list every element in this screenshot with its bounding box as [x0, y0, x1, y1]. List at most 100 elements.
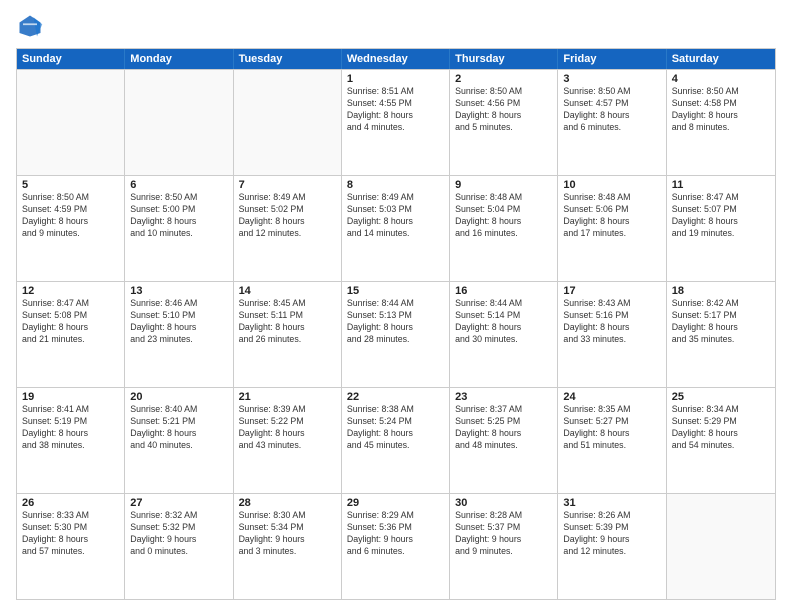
cell-text: Sunrise: 8:50 AM Sunset: 4:58 PM Dayligh… — [672, 86, 770, 134]
calendar-cell: 27Sunrise: 8:32 AM Sunset: 5:32 PM Dayli… — [125, 494, 233, 599]
cell-text: Sunrise: 8:46 AM Sunset: 5:10 PM Dayligh… — [130, 298, 227, 346]
weekday-header: Friday — [558, 49, 666, 69]
cell-text: Sunrise: 8:44 AM Sunset: 5:13 PM Dayligh… — [347, 298, 444, 346]
calendar-cell: 22Sunrise: 8:38 AM Sunset: 5:24 PM Dayli… — [342, 388, 450, 493]
cell-text: Sunrise: 8:50 AM Sunset: 4:59 PM Dayligh… — [22, 192, 119, 240]
logo — [16, 12, 48, 40]
cell-text: Sunrise: 8:30 AM Sunset: 5:34 PM Dayligh… — [239, 510, 336, 558]
calendar-cell — [667, 494, 775, 599]
calendar-cell: 4Sunrise: 8:50 AM Sunset: 4:58 PM Daylig… — [667, 70, 775, 175]
cell-text: Sunrise: 8:50 AM Sunset: 5:00 PM Dayligh… — [130, 192, 227, 240]
day-number: 27 — [130, 497, 227, 509]
calendar-cell: 11Sunrise: 8:47 AM Sunset: 5:07 PM Dayli… — [667, 176, 775, 281]
cell-text: Sunrise: 8:29 AM Sunset: 5:36 PM Dayligh… — [347, 510, 444, 558]
calendar-body: 1Sunrise: 8:51 AM Sunset: 4:55 PM Daylig… — [17, 69, 775, 599]
header — [16, 12, 776, 40]
day-number: 22 — [347, 391, 444, 403]
day-number: 3 — [563, 73, 660, 85]
calendar-row: 5Sunrise: 8:50 AM Sunset: 4:59 PM Daylig… — [17, 175, 775, 281]
calendar-cell — [17, 70, 125, 175]
cell-text: Sunrise: 8:37 AM Sunset: 5:25 PM Dayligh… — [455, 404, 552, 452]
cell-text: Sunrise: 8:38 AM Sunset: 5:24 PM Dayligh… — [347, 404, 444, 452]
day-number: 20 — [130, 391, 227, 403]
calendar-cell: 5Sunrise: 8:50 AM Sunset: 4:59 PM Daylig… — [17, 176, 125, 281]
day-number: 26 — [22, 497, 119, 509]
day-number: 19 — [22, 391, 119, 403]
day-number: 16 — [455, 285, 552, 297]
cell-text: Sunrise: 8:48 AM Sunset: 5:06 PM Dayligh… — [563, 192, 660, 240]
cell-text: Sunrise: 8:50 AM Sunset: 4:56 PM Dayligh… — [455, 86, 552, 134]
calendar-cell: 18Sunrise: 8:42 AM Sunset: 5:17 PM Dayli… — [667, 282, 775, 387]
calendar-cell: 30Sunrise: 8:28 AM Sunset: 5:37 PM Dayli… — [450, 494, 558, 599]
day-number: 25 — [672, 391, 770, 403]
calendar-cell: 13Sunrise: 8:46 AM Sunset: 5:10 PM Dayli… — [125, 282, 233, 387]
calendar-cell — [125, 70, 233, 175]
day-number: 11 — [672, 179, 770, 191]
cell-text: Sunrise: 8:32 AM Sunset: 5:32 PM Dayligh… — [130, 510, 227, 558]
weekday-header: Saturday — [667, 49, 775, 69]
weekday-header: Tuesday — [234, 49, 342, 69]
day-number: 1 — [347, 73, 444, 85]
cell-text: Sunrise: 8:34 AM Sunset: 5:29 PM Dayligh… — [672, 404, 770, 452]
day-number: 29 — [347, 497, 444, 509]
cell-text: Sunrise: 8:45 AM Sunset: 5:11 PM Dayligh… — [239, 298, 336, 346]
day-number: 2 — [455, 73, 552, 85]
day-number: 8 — [347, 179, 444, 191]
calendar-cell: 9Sunrise: 8:48 AM Sunset: 5:04 PM Daylig… — [450, 176, 558, 281]
calendar-cell: 31Sunrise: 8:26 AM Sunset: 5:39 PM Dayli… — [558, 494, 666, 599]
cell-text: Sunrise: 8:47 AM Sunset: 5:08 PM Dayligh… — [22, 298, 119, 346]
calendar-row: 12Sunrise: 8:47 AM Sunset: 5:08 PM Dayli… — [17, 281, 775, 387]
day-number: 4 — [672, 73, 770, 85]
day-number: 23 — [455, 391, 552, 403]
calendar: SundayMondayTuesdayWednesdayThursdayFrid… — [16, 48, 776, 600]
calendar-cell: 14Sunrise: 8:45 AM Sunset: 5:11 PM Dayli… — [234, 282, 342, 387]
calendar-cell: 19Sunrise: 8:41 AM Sunset: 5:19 PM Dayli… — [17, 388, 125, 493]
calendar-cell: 16Sunrise: 8:44 AM Sunset: 5:14 PM Dayli… — [450, 282, 558, 387]
cell-text: Sunrise: 8:42 AM Sunset: 5:17 PM Dayligh… — [672, 298, 770, 346]
weekday-header: Wednesday — [342, 49, 450, 69]
day-number: 13 — [130, 285, 227, 297]
weekday-header: Sunday — [17, 49, 125, 69]
calendar-cell: 23Sunrise: 8:37 AM Sunset: 5:25 PM Dayli… — [450, 388, 558, 493]
cell-text: Sunrise: 8:28 AM Sunset: 5:37 PM Dayligh… — [455, 510, 552, 558]
day-number: 24 — [563, 391, 660, 403]
cell-text: Sunrise: 8:41 AM Sunset: 5:19 PM Dayligh… — [22, 404, 119, 452]
calendar-cell — [234, 70, 342, 175]
day-number: 12 — [22, 285, 119, 297]
cell-text: Sunrise: 8:26 AM Sunset: 5:39 PM Dayligh… — [563, 510, 660, 558]
day-number: 7 — [239, 179, 336, 191]
cell-text: Sunrise: 8:51 AM Sunset: 4:55 PM Dayligh… — [347, 86, 444, 134]
day-number: 31 — [563, 497, 660, 509]
calendar-cell: 24Sunrise: 8:35 AM Sunset: 5:27 PM Dayli… — [558, 388, 666, 493]
calendar-row: 19Sunrise: 8:41 AM Sunset: 5:19 PM Dayli… — [17, 387, 775, 493]
cell-text: Sunrise: 8:48 AM Sunset: 5:04 PM Dayligh… — [455, 192, 552, 240]
logo-icon — [16, 12, 44, 40]
day-number: 9 — [455, 179, 552, 191]
calendar-cell: 8Sunrise: 8:49 AM Sunset: 5:03 PM Daylig… — [342, 176, 450, 281]
calendar-cell: 12Sunrise: 8:47 AM Sunset: 5:08 PM Dayli… — [17, 282, 125, 387]
page: SundayMondayTuesdayWednesdayThursdayFrid… — [0, 0, 792, 612]
cell-text: Sunrise: 8:33 AM Sunset: 5:30 PM Dayligh… — [22, 510, 119, 558]
day-number: 10 — [563, 179, 660, 191]
cell-text: Sunrise: 8:39 AM Sunset: 5:22 PM Dayligh… — [239, 404, 336, 452]
cell-text: Sunrise: 8:49 AM Sunset: 5:03 PM Dayligh… — [347, 192, 444, 240]
cell-text: Sunrise: 8:49 AM Sunset: 5:02 PM Dayligh… — [239, 192, 336, 240]
calendar-cell: 1Sunrise: 8:51 AM Sunset: 4:55 PM Daylig… — [342, 70, 450, 175]
calendar-cell: 2Sunrise: 8:50 AM Sunset: 4:56 PM Daylig… — [450, 70, 558, 175]
cell-text: Sunrise: 8:50 AM Sunset: 4:57 PM Dayligh… — [563, 86, 660, 134]
day-number: 17 — [563, 285, 660, 297]
calendar-cell: 6Sunrise: 8:50 AM Sunset: 5:00 PM Daylig… — [125, 176, 233, 281]
weekday-header: Thursday — [450, 49, 558, 69]
day-number: 18 — [672, 285, 770, 297]
day-number: 6 — [130, 179, 227, 191]
day-number: 30 — [455, 497, 552, 509]
calendar-row: 1Sunrise: 8:51 AM Sunset: 4:55 PM Daylig… — [17, 69, 775, 175]
calendar-cell: 25Sunrise: 8:34 AM Sunset: 5:29 PM Dayli… — [667, 388, 775, 493]
calendar-cell: 20Sunrise: 8:40 AM Sunset: 5:21 PM Dayli… — [125, 388, 233, 493]
calendar-header: SundayMondayTuesdayWednesdayThursdayFrid… — [17, 49, 775, 69]
weekday-header: Monday — [125, 49, 233, 69]
calendar-cell: 3Sunrise: 8:50 AM Sunset: 4:57 PM Daylig… — [558, 70, 666, 175]
calendar-cell: 26Sunrise: 8:33 AM Sunset: 5:30 PM Dayli… — [17, 494, 125, 599]
calendar-row: 26Sunrise: 8:33 AM Sunset: 5:30 PM Dayli… — [17, 493, 775, 599]
cell-text: Sunrise: 8:43 AM Sunset: 5:16 PM Dayligh… — [563, 298, 660, 346]
